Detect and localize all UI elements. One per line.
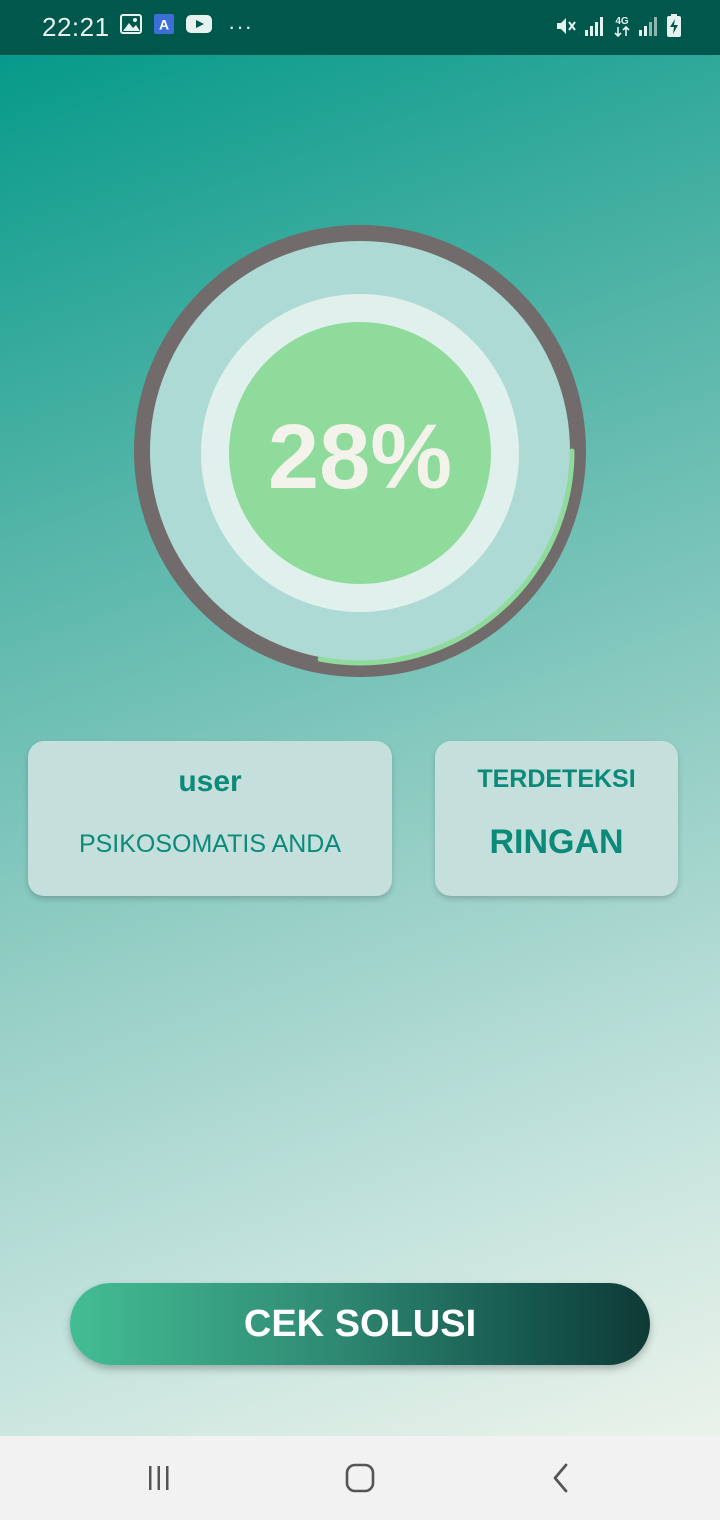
back-icon[interactable]	[541, 1458, 581, 1498]
status-time: 22:21	[42, 12, 110, 42]
user-card: user PSIKOSOMATIS ANDA	[28, 741, 392, 896]
signal-icon	[584, 15, 606, 42]
status-bar: 22:21 A ··· 4G	[0, 0, 720, 55]
image-icon	[120, 14, 142, 39]
notification-icons: A ···	[120, 14, 253, 39]
signal-2-icon	[638, 15, 660, 42]
progress-gauge: 28%	[130, 221, 590, 681]
navigation-bar	[0, 1436, 720, 1520]
result-screen: 28% user PSIKOSOMATIS ANDA TERDETEKSI RI…	[0, 55, 720, 1436]
recents-icon[interactable]	[139, 1458, 179, 1498]
result-card: TERDETEKSI RINGAN	[435, 741, 678, 896]
cek-solusi-button[interactable]: CEK SOLUSI	[70, 1283, 650, 1365]
percent-value: 28%	[267, 405, 453, 508]
result-value: RINGAN	[489, 823, 624, 861]
youtube-icon	[186, 15, 212, 38]
svg-text:A: A	[159, 17, 169, 33]
home-icon[interactable]	[340, 1458, 380, 1498]
user-subtitle: PSIKOSOMATIS ANDA	[78, 830, 342, 858]
svg-text:4G: 4G	[615, 16, 629, 27]
4g-data-icon: 4G	[612, 14, 632, 43]
user-name: user	[178, 765, 242, 798]
more-notifications-icon: ···	[228, 13, 253, 39]
battery-charging-icon	[666, 14, 682, 43]
mute-icon	[554, 14, 578, 43]
translate-a-icon: A	[154, 14, 174, 39]
result-label: TERDETEKSI	[477, 765, 636, 793]
system-icons: 4G	[554, 14, 682, 43]
